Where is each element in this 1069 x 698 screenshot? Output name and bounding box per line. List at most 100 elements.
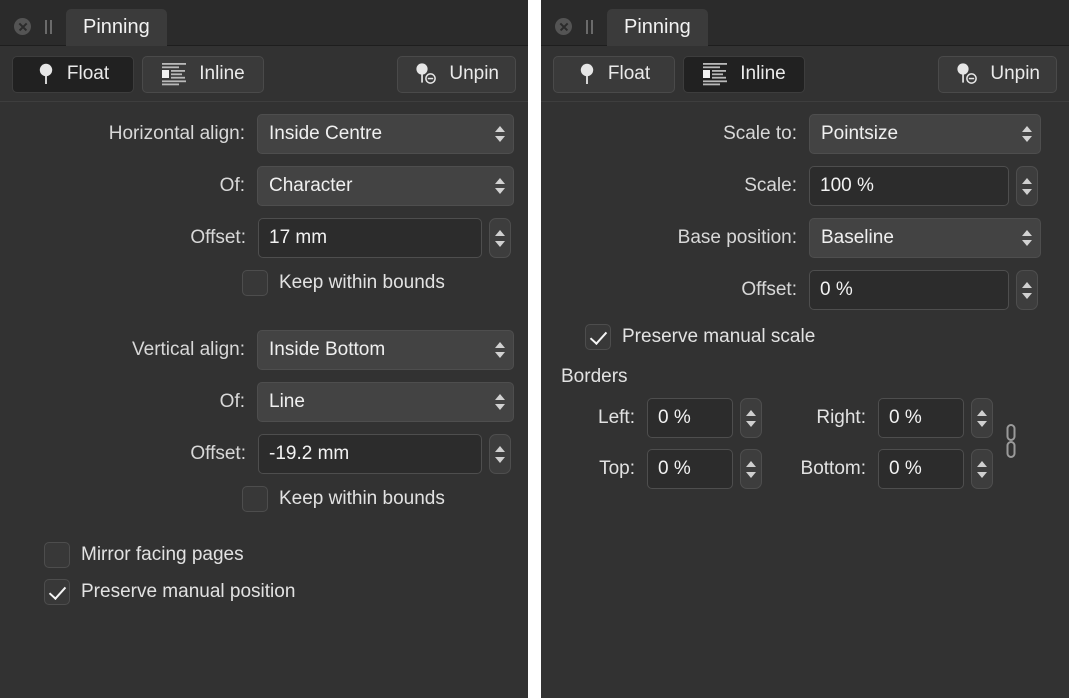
right-window-controls (541, 18, 607, 46)
right-tab-bar: Pinning (541, 0, 1069, 46)
inline-offset-input[interactable]: 0 % (809, 270, 1009, 310)
horizontal-keep-within-bounds-label: Keep within bounds (279, 272, 445, 293)
tab-pinning[interactable]: Pinning (607, 9, 708, 46)
horizontal-align-select[interactable]: Inside Centre (257, 114, 514, 154)
vertical-offset-label: Offset: (190, 443, 246, 464)
pin-inline-icon (703, 63, 728, 86)
chevron-updown-icon (495, 126, 505, 142)
left-form: Horizontal align: Inside Centre Of: Char… (0, 102, 528, 605)
scale-to-label: Scale to: (723, 123, 797, 144)
border-top-stepper[interactable] (740, 449, 762, 489)
vertical-keep-within-bounds-checkbox[interactable] (242, 486, 268, 512)
scale-to-select[interactable]: Pointsize (809, 114, 1041, 154)
row-base-position: Base position: Baseline (555, 218, 1055, 258)
pinning-panel-inline: Pinning Float Inline Unpin Scale to: Poi… (541, 0, 1069, 698)
border-bottom-stepper[interactable] (971, 449, 993, 489)
row-vertical-keep-bounds: Keep within bounds (14, 486, 514, 512)
border-right-input[interactable]: 0 % (878, 398, 964, 438)
horizontal-of-select[interactable]: Character (257, 166, 514, 206)
row-vertical-of: Of: Line (14, 382, 514, 422)
row-horizontal-of: Of: Character (14, 166, 514, 206)
horizontal-keep-within-bounds-checkbox[interactable] (242, 270, 268, 296)
tab-label: Pinning (83, 16, 150, 38)
row-mirror-facing-pages: Mirror facing pages (14, 542, 514, 568)
border-top-value: 0 % (658, 458, 691, 479)
border-right-value: 0 % (889, 407, 922, 428)
float-label: Float (66, 63, 110, 84)
base-position-select[interactable]: Baseline (809, 218, 1041, 258)
row-inline-offset: Offset: 0 % (555, 270, 1055, 310)
chevron-updown-icon (1022, 126, 1032, 142)
right-toolbar: Float Inline Unpin (541, 46, 1069, 102)
row-horizontal-keep-bounds: Keep within bounds (14, 270, 514, 296)
row-vertical-offset: Offset: -19.2 mm (14, 434, 514, 474)
preserve-manual-scale-label: Preserve manual scale (622, 326, 816, 347)
border-right-label: Right: (816, 407, 866, 428)
mirror-facing-pages-checkbox[interactable] (44, 542, 70, 568)
scale-value: 100 % (820, 175, 874, 196)
vertical-offset-input[interactable]: -19.2 mm (258, 434, 482, 474)
scale-input[interactable]: 100 % (809, 166, 1009, 206)
border-top-input[interactable]: 0 % (647, 449, 733, 489)
float-button[interactable]: Float (553, 55, 675, 93)
horizontal-align-value: Inside Centre (269, 123, 383, 144)
pin-float-icon (39, 63, 53, 84)
vertical-offset-stepper[interactable] (489, 434, 511, 474)
unpin-button[interactable]: Unpin (938, 55, 1057, 93)
vertical-of-select[interactable]: Line (257, 382, 514, 422)
close-icon[interactable] (14, 18, 31, 35)
unpin-button[interactable]: Unpin (397, 55, 516, 93)
row-scale-to: Scale to: Pointsize (555, 114, 1055, 154)
vertical-align-select[interactable]: Inside Bottom (257, 330, 514, 370)
left-toolbar: Float Inline Unpin (0, 46, 528, 102)
float-button[interactable]: Float (12, 55, 134, 93)
pause-grip-icon[interactable] (586, 19, 593, 34)
row-scale: Scale: 100 % (555, 166, 1055, 206)
scale-label: Scale: (744, 175, 797, 196)
preserve-manual-position-checkbox[interactable] (44, 579, 70, 605)
base-position-value: Baseline (821, 227, 894, 248)
mirror-facing-pages-label: Mirror facing pages (81, 544, 244, 565)
borders-rows: Left: 0 % Right: 0 % Top: 0 % Bottom: 0 … (555, 398, 993, 489)
scale-to-value: Pointsize (821, 123, 899, 144)
pause-grip-icon[interactable] (45, 19, 52, 34)
unpin-label: Unpin (449, 63, 499, 84)
chevron-updown-icon (495, 178, 505, 194)
row-border-top-bottom: Top: 0 % Bottom: 0 % (555, 449, 993, 489)
inline-button[interactable]: Inline (683, 55, 805, 93)
pin-mode-segmented-control: Float Inline (12, 55, 264, 93)
borders-link-toggle[interactable] (1003, 421, 1019, 466)
border-left-stepper[interactable] (740, 398, 762, 438)
inline-offset-value: 0 % (820, 279, 853, 300)
horizontal-offset-stepper[interactable] (489, 218, 511, 258)
vertical-offset-value: -19.2 mm (269, 443, 350, 464)
vertical-keep-within-bounds-label: Keep within bounds (279, 488, 445, 509)
tab-pinning[interactable]: Pinning (66, 9, 167, 46)
horizontal-offset-value: 17 mm (269, 227, 328, 248)
horizontal-offset-input[interactable]: 17 mm (258, 218, 482, 258)
row-border-left-right: Left: 0 % Right: 0 % (555, 398, 993, 438)
panel-divider (528, 0, 541, 698)
chain-link-icon (1006, 424, 1016, 458)
chevron-updown-icon (1022, 230, 1032, 246)
preserve-manual-position-label: Preserve manual position (81, 581, 296, 602)
row-preserve-manual-scale: Preserve manual scale (555, 324, 1055, 350)
unpin-icon (416, 63, 437, 84)
border-right-stepper[interactable] (971, 398, 993, 438)
inline-offset-stepper[interactable] (1016, 270, 1038, 310)
border-bottom-input[interactable]: 0 % (878, 449, 964, 489)
left-tab-bar: Pinning (0, 0, 528, 46)
preserve-manual-scale-checkbox[interactable] (585, 324, 611, 350)
row-horizontal-align: Horizontal align: Inside Centre (14, 114, 514, 154)
tab-label: Pinning (624, 16, 691, 38)
vertical-align-label: Vertical align: (132, 339, 246, 360)
inline-button[interactable]: Inline (142, 55, 264, 93)
border-bottom-value: 0 % (889, 458, 922, 479)
right-form: Scale to: Pointsize Scale: 100 % Base po… (541, 102, 1069, 489)
pin-mode-segmented-control: Float Inline (553, 55, 805, 93)
border-left-input[interactable]: 0 % (647, 398, 733, 438)
close-icon[interactable] (555, 18, 572, 35)
scale-stepper[interactable] (1016, 166, 1038, 206)
pinning-panel-float: Pinning Float Inline Unpin Horizontal al… (0, 0, 528, 698)
borders-grid: Left: 0 % Right: 0 % Top: 0 % Bottom: 0 … (555, 398, 1055, 489)
